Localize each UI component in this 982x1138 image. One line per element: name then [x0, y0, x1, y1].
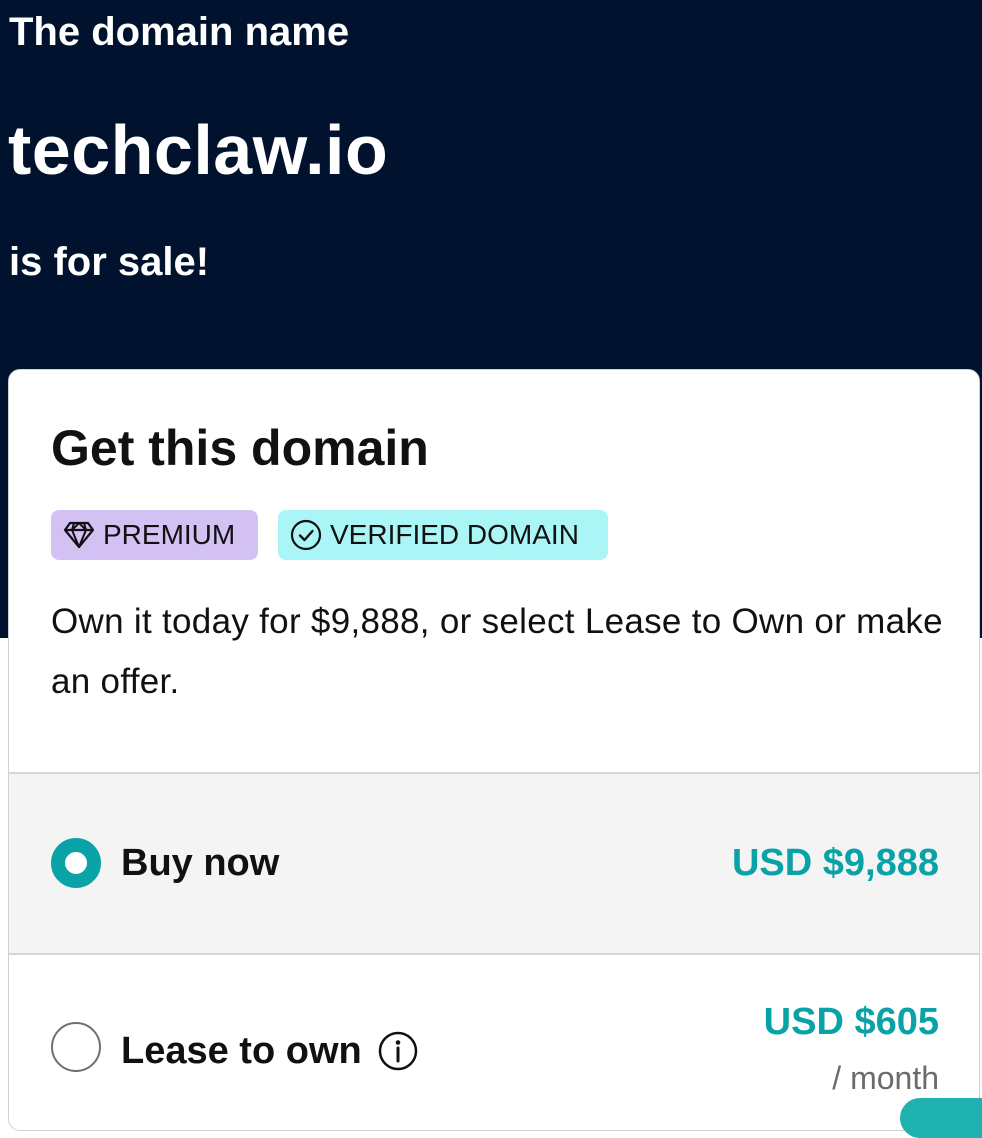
buy-now-option[interactable]: Buy now USD $9,888 — [9, 772, 979, 955]
buy-now-label: Buy now — [121, 842, 280, 884]
diamond-icon — [63, 521, 95, 549]
domain-name-heading: techclaw.io — [8, 111, 389, 189]
lease-to-own-radio[interactable] — [51, 1022, 101, 1072]
lease-to-own-label: Lease to own — [121, 1030, 362, 1072]
price-description: Own it today for $9,888, or select Lease… — [51, 602, 943, 701]
lease-period: / month — [832, 1060, 939, 1096]
check-circle-icon — [290, 519, 322, 551]
premium-badge: PREMIUM — [51, 510, 258, 560]
purchase-card: Get this domain PREMIUM VERIFIED DOMAIN … — [8, 369, 980, 1131]
info-icon[interactable] — [378, 1031, 418, 1071]
premium-badge-label: PREMIUM — [103, 519, 236, 550]
buy-now-price: USD $9,888 — [731, 842, 939, 884]
card-title: Get this domain — [51, 420, 429, 476]
verified-domain-badge: VERIFIED DOMAIN — [278, 510, 608, 560]
buy-now-radio[interactable] — [51, 838, 101, 888]
lease-to-own-option[interactable]: Lease to own USD $605 / month — [9, 955, 979, 1130]
chat-button[interactable] — [900, 1098, 982, 1138]
hero-pre-text: The domain name — [9, 10, 350, 54]
lease-price: USD $605 — [763, 1001, 939, 1043]
hero-post-text: is for sale! — [9, 240, 210, 284]
lease-to-own-label-group: Lease to own — [121, 1027, 418, 1075]
verified-badge-label: VERIFIED DOMAIN — [330, 519, 579, 550]
